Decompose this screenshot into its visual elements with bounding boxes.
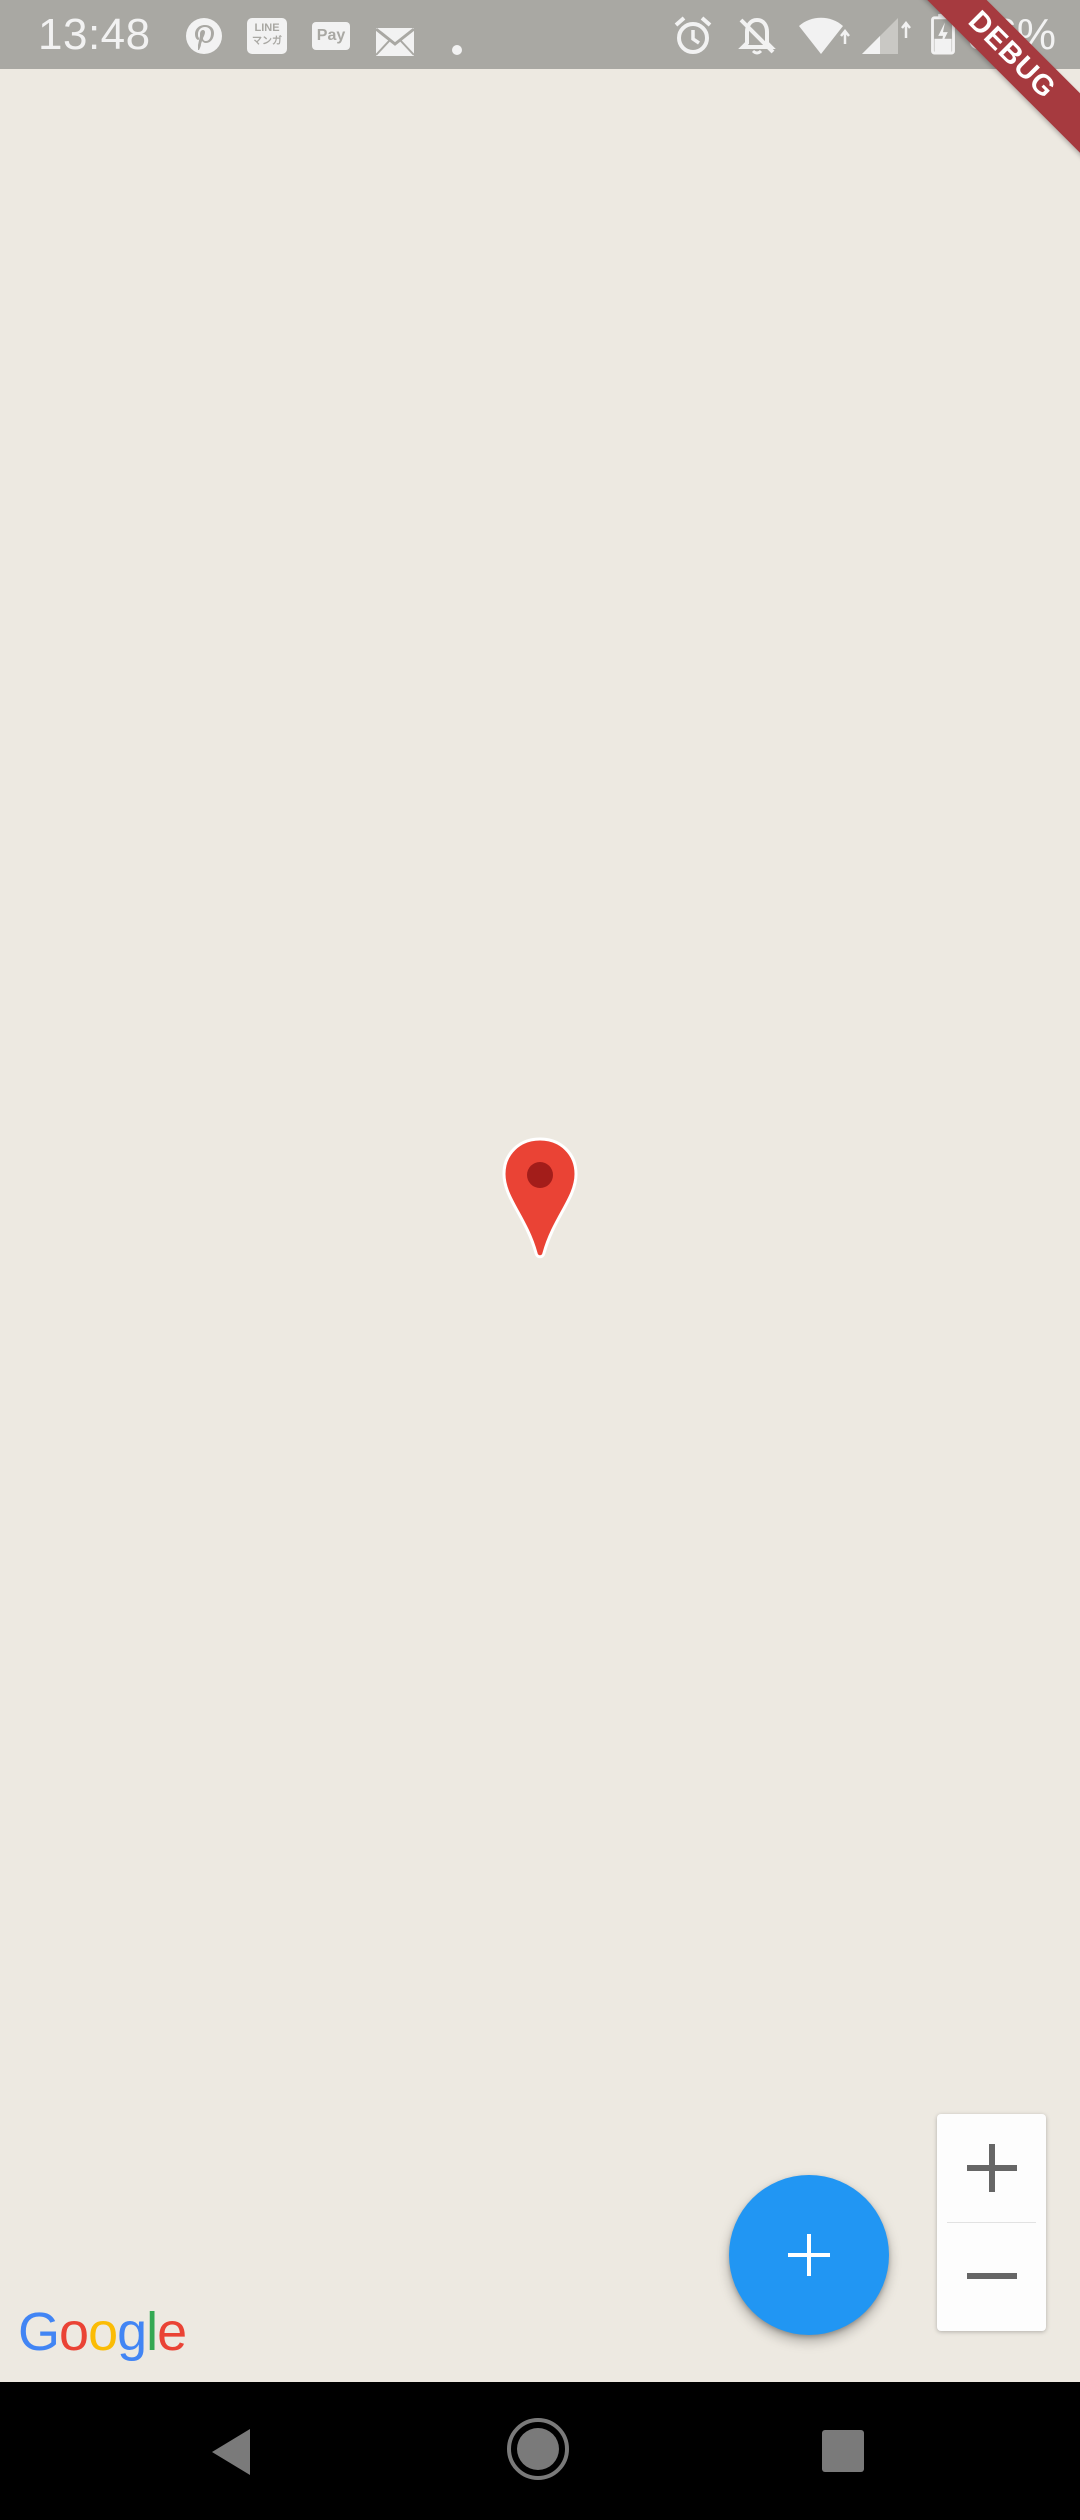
google-letter-e: e (157, 2302, 187, 2362)
plus-icon (967, 2144, 1017, 2192)
add-fab-button[interactable] (729, 2175, 889, 2335)
system-nav-bar (0, 2382, 1080, 2520)
alarm-icon (674, 16, 712, 54)
mail-icon (375, 27, 415, 56)
zoom-out-button[interactable] (937, 2223, 1046, 2331)
nav-recents-button[interactable] (810, 2382, 890, 2520)
notifications-off-icon (738, 17, 776, 55)
zoom-controls (937, 2114, 1046, 2331)
zoom-in-button[interactable] (937, 2114, 1046, 2222)
nav-home-button[interactable] (500, 2382, 580, 2520)
map-view[interactable] (0, 69, 1080, 2382)
status-bar: 13:48 LINE マンガ Pay (0, 0, 1080, 69)
app-screen: 13:48 LINE マンガ Pay DEBUG Google (0, 0, 1080, 2520)
home-circle-icon (507, 2418, 569, 2480)
map-pin-icon[interactable] (500, 1135, 580, 1261)
nav-back-button[interactable] (190, 2382, 270, 2520)
pinterest-icon (186, 18, 222, 54)
google-letter-o2: o (88, 2302, 118, 2362)
google-logo: Google (18, 2300, 187, 2364)
minus-icon (967, 2273, 1017, 2279)
wifi-icon (799, 17, 850, 54)
google-letter-g: G (18, 2302, 60, 2362)
recents-square-icon (822, 2430, 864, 2472)
pay-icon: Pay (312, 22, 350, 50)
add-icon (788, 2234, 830, 2276)
back-triangle-icon (212, 2429, 250, 2475)
line-manga-bottom-label: マンガ (252, 36, 282, 47)
status-time: 13:48 (38, 10, 151, 59)
line-manga-icon: LINE マンガ (247, 18, 287, 54)
pay-label: Pay (316, 27, 346, 44)
signal-icon (862, 18, 911, 54)
line-manga-top-label: LINE (254, 22, 280, 34)
google-letter-o1: o (59, 2302, 89, 2362)
dot-icon (452, 45, 462, 55)
google-letter-l: l (146, 2302, 158, 2362)
google-letter-g2: g (117, 2302, 147, 2362)
